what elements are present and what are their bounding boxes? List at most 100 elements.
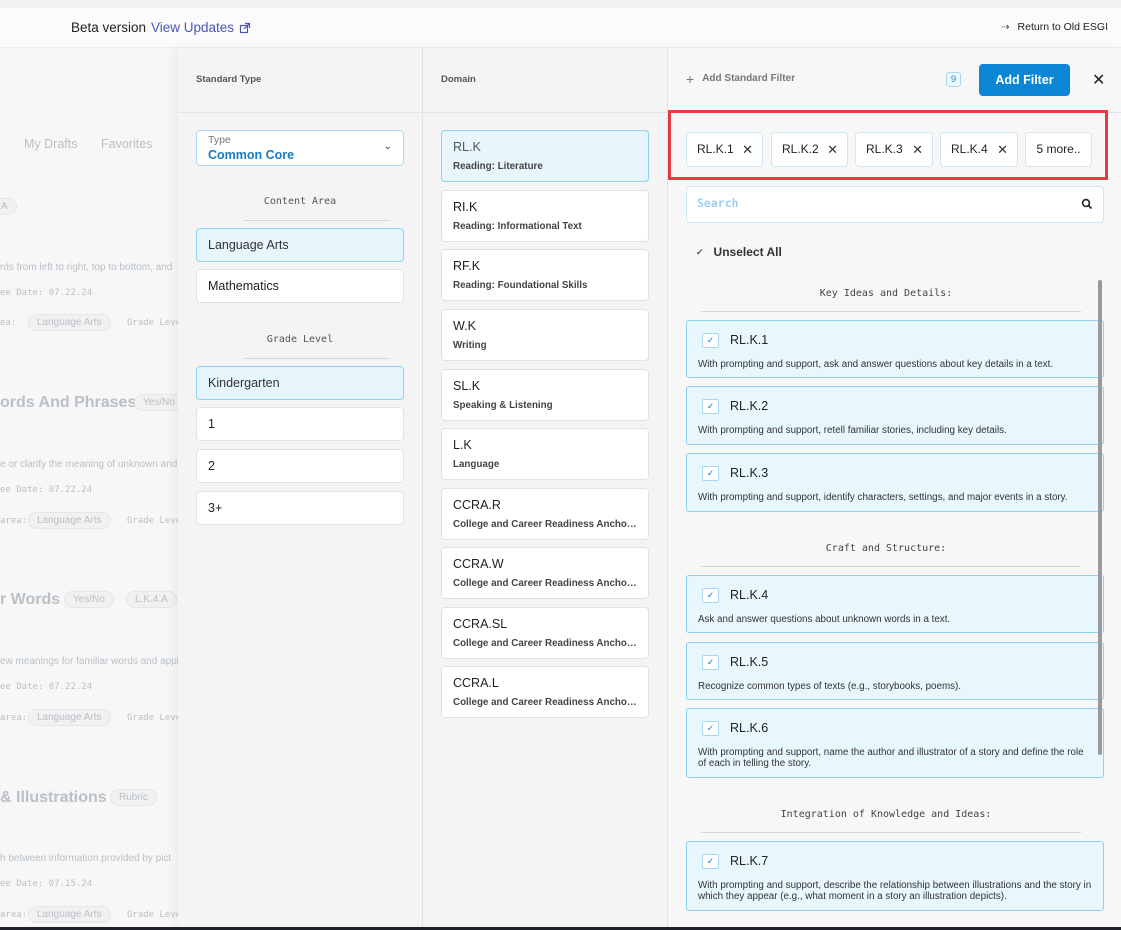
bg-grade: Grade Leve bbox=[127, 318, 178, 328]
checkbox-checked-icon[interactable]: ✓ bbox=[702, 588, 719, 603]
standard-code: RL.K.7 bbox=[730, 854, 769, 868]
domain-code: W.K bbox=[453, 319, 476, 333]
remove-chip-icon[interactable]: ✕ bbox=[912, 133, 923, 166]
standard-type-header: Standard Type bbox=[178, 48, 422, 113]
type-select-label: Type bbox=[208, 134, 231, 146]
search-icon bbox=[1081, 198, 1093, 210]
remove-chip-icon[interactable]: ✕ bbox=[742, 133, 753, 166]
checkbox-checked-icon[interactable]: ✓ bbox=[702, 466, 719, 481]
standard-item[interactable]: ✓ RL.K.7 With prompting and support, des… bbox=[686, 841, 1104, 911]
standard-item[interactable]: ✓ RL.K.5 Recognize common types of texts… bbox=[686, 642, 1104, 700]
standard-item[interactable]: ✓ RL.K.2 With prompting and support, ret… bbox=[686, 386, 1104, 445]
content-area-mathematics[interactable]: Mathematics bbox=[196, 269, 404, 303]
standards-filter-drawer: Standard Type Type Common Core ⌄ Content… bbox=[178, 48, 1121, 927]
remove-chip-icon[interactable]: ✕ bbox=[827, 133, 838, 166]
bg-item-title: r Words bbox=[0, 591, 61, 608]
domain-item[interactable]: CCRA.L College and Career Readiness Anch… bbox=[441, 666, 649, 718]
domain-item[interactable]: SL.K Speaking & Listening bbox=[441, 369, 649, 421]
domain-item[interactable]: CCRA.R College and Career Readiness Anch… bbox=[441, 488, 649, 540]
view-updates-link[interactable]: View Updates bbox=[151, 20, 251, 35]
domain-item[interactable]: RL.K Reading: Literature bbox=[441, 130, 649, 182]
selected-chip[interactable]: RL.K.4 ✕ bbox=[940, 132, 1018, 167]
bg-area: ea: bbox=[0, 318, 17, 328]
grade-level-label: Grade Level bbox=[266, 334, 334, 345]
search-input[interactable] bbox=[697, 196, 1067, 210]
content-area-language-arts[interactable]: Language Arts bbox=[196, 228, 404, 262]
domain-item[interactable]: L.K Language bbox=[441, 428, 649, 480]
bg-content: Language Arts bbox=[28, 709, 111, 726]
standards-column: + Add Standard Filter 9 Add Filter ✕ RL.… bbox=[668, 48, 1121, 927]
grade-kindergarten[interactable]: Kindergarten bbox=[196, 366, 404, 400]
bg-desc: e or clarify the meaning of unknown and bbox=[0, 459, 178, 470]
domain-name: Reading: Foundational Skills bbox=[453, 280, 588, 291]
domain-name: College and Career Readiness Anchor S... bbox=[453, 697, 637, 708]
type-select-value: Common Core bbox=[208, 148, 295, 162]
domain-name: Language bbox=[453, 459, 500, 470]
more-chips-button[interactable]: 5 more.. bbox=[1025, 132, 1092, 167]
standard-item[interactable]: ✓ RL.K.6 With prompting and support, nam… bbox=[686, 708, 1104, 778]
standard-description: With prompting and support, ask and answ… bbox=[698, 359, 1054, 370]
domain-code: CCRA.L bbox=[453, 676, 499, 690]
standard-item[interactable]: ✓ RL.K.4 Ask and answer questions about … bbox=[686, 575, 1104, 633]
checkbox-checked-icon[interactable]: ✓ bbox=[702, 333, 719, 348]
type-select[interactable]: Type Common Core ⌄ bbox=[196, 130, 404, 166]
checkbox-checked-icon[interactable]: ✓ bbox=[702, 721, 719, 736]
bg-item-code: L.K.4.A bbox=[126, 591, 177, 608]
bg-meta: ee Date: 07.22.24 bbox=[0, 485, 93, 495]
selected-chip[interactable]: RL.K.1 ✕ bbox=[686, 132, 763, 167]
standard-description: With prompting and support, retell famil… bbox=[698, 425, 1007, 436]
domain-item[interactable]: RF.K Reading: Foundational Skills bbox=[441, 249, 649, 301]
standard-description: Ask and answer questions about unknown w… bbox=[698, 614, 951, 625]
selected-chip[interactable]: RL.K.3 ✕ bbox=[855, 132, 933, 167]
standard-code: RL.K.5 bbox=[730, 655, 769, 669]
return-old-esgi-link[interactable]: ⇢ Return to Old ESGI bbox=[1001, 21, 1108, 33]
chip-label: RL.K.2 bbox=[782, 142, 819, 156]
domain-name: Reading: Literature bbox=[453, 161, 543, 172]
standards-scrollbar[interactable] bbox=[1098, 280, 1102, 755]
grade-3-plus[interactable]: 3+ bbox=[196, 491, 404, 525]
bg-meta: ee Date: 07.22.24 bbox=[0, 682, 93, 692]
group-label: Integration of Knowledge and Ideas: bbox=[780, 809, 992, 820]
domain-name: Reading: Informational Text bbox=[453, 221, 582, 232]
add-filter-button[interactable]: Add Filter bbox=[979, 64, 1070, 96]
bg-item-type: Yes/No bbox=[64, 591, 114, 608]
domain-name: College and Career Readiness Anchor S... bbox=[453, 638, 637, 649]
grade-2[interactable]: 2 bbox=[196, 449, 404, 483]
close-icon[interactable]: ✕ bbox=[1092, 70, 1105, 90]
standards-header: + Add Standard Filter 9 Add Filter ✕ bbox=[668, 48, 1121, 113]
domain-name: College and Career Readiness Anchor S... bbox=[453, 578, 637, 589]
domain-item[interactable]: RI.K Reading: Informational Text bbox=[441, 190, 649, 242]
selected-chip[interactable]: RL.K.2 ✕ bbox=[771, 132, 848, 167]
domain-item[interactable]: CCRA.W College and Career Readiness Anch… bbox=[441, 547, 649, 599]
arrow-right-icon: ⇢ bbox=[1001, 21, 1010, 33]
standard-description: With prompting and support, identify cha… bbox=[698, 492, 1068, 503]
domain-code: RI.K bbox=[453, 200, 478, 214]
checkbox-checked-icon[interactable]: ✓ bbox=[702, 655, 719, 670]
standard-code: RL.K.6 bbox=[730, 721, 769, 735]
standard-item[interactable]: ✓ RL.K.3 With prompting and support, ide… bbox=[686, 453, 1104, 512]
standards-search[interactable] bbox=[686, 186, 1104, 223]
add-standard-filter-label: Add Standard Filter bbox=[702, 73, 795, 84]
standard-type-title: Standard Type bbox=[196, 74, 262, 85]
plus-icon: + bbox=[686, 70, 695, 87]
bg-pill: A bbox=[0, 198, 17, 215]
add-standard-filter-button[interactable]: + Add Standard Filter bbox=[686, 70, 795, 87]
checkbox-checked-icon[interactable]: ✓ bbox=[702, 399, 719, 414]
checkbox-checked-icon[interactable]: ✓ bbox=[702, 854, 719, 869]
return-old-label: Return to Old ESGI bbox=[1017, 21, 1108, 33]
bg-meta: ee Date: 07.22.24 bbox=[0, 288, 93, 298]
standard-item[interactable]: ✓ RL.K.1 With prompting and support, ask… bbox=[686, 320, 1104, 378]
remove-chip-icon[interactable]: ✕ bbox=[997, 133, 1008, 166]
bg-area: area: bbox=[0, 713, 28, 723]
domain-item[interactable]: W.K Writing bbox=[441, 309, 649, 361]
domain-item[interactable]: CCRA.SL College and Career Readiness Anc… bbox=[441, 607, 649, 659]
bg-content: Language Arts bbox=[28, 512, 111, 529]
grade-1[interactable]: 1 bbox=[196, 407, 404, 441]
bg-desc: ew meanings for familiar words and appl bbox=[0, 656, 178, 667]
unselect-all-button[interactable]: ✓ Unselect All bbox=[696, 245, 782, 259]
standard-code: RL.K.2 bbox=[730, 399, 769, 413]
group-label: Key Ideas and Details: bbox=[819, 288, 953, 299]
standard-description: Recognize common types of texts (e.g., s… bbox=[698, 681, 961, 692]
divider bbox=[701, 832, 1081, 833]
bg-item-title: ords And Phrases bbox=[0, 394, 137, 411]
